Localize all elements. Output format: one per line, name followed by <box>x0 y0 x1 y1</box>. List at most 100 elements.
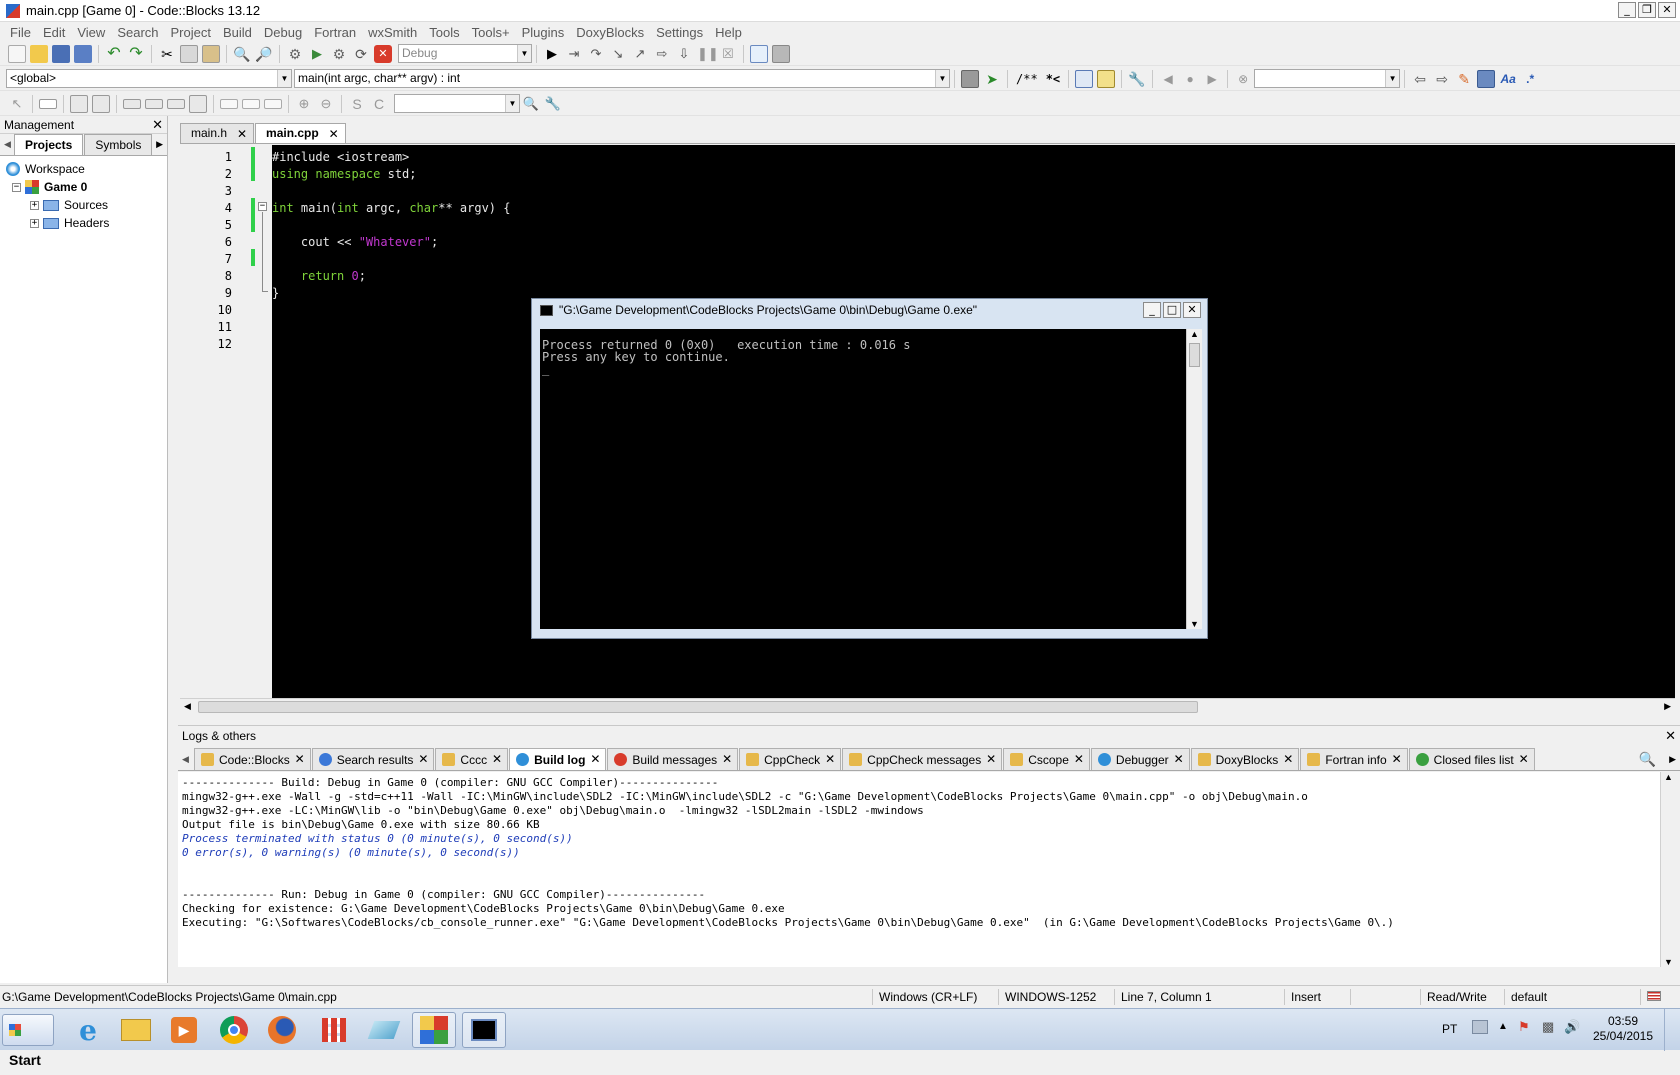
save-icon[interactable] <box>52 44 70 63</box>
chevron-down-icon[interactable]: ▼ <box>505 95 519 112</box>
tab-search-results[interactable]: Search results ✕ <box>311 748 435 770</box>
comment-line-button[interactable]: *< <box>1046 72 1060 86</box>
scroll-thumb[interactable] <box>1189 343 1200 367</box>
scroll-thumb[interactable] <box>198 701 1198 713</box>
settings-wrench-icon[interactable]: 🔧 <box>544 95 562 113</box>
close-button[interactable]: ✕ <box>1658 2 1676 18</box>
bookmark-next-icon[interactable]: ▶ <box>1203 70 1221 88</box>
menu-plugins[interactable]: Plugins <box>516 25 571 40</box>
close-tab-icon[interactable]: ✕ <box>722 752 732 766</box>
close-icon[interactable]: ✕ <box>152 117 163 133</box>
network-icon[interactable]: ▩ <box>1542 1019 1554 1035</box>
menu-debug[interactable]: Debug <box>258 25 308 40</box>
tab-projects[interactable]: Projects <box>14 134 84 155</box>
debug-windows-icon[interactable] <box>750 44 768 63</box>
tab-fortran-info[interactable]: Fortran info ✕ <box>1300 748 1408 770</box>
console-close-button[interactable]: ✕ <box>1183 302 1201 318</box>
tree-folder-headers[interactable]: + Headers <box>6 214 167 232</box>
tab-doxyblocks[interactable]: DoxyBlocks ✕ <box>1190 748 1300 770</box>
collapse-icon[interactable]: − <box>12 182 21 192</box>
widget-select[interactable]: ▼ <box>394 94 520 113</box>
menu-project[interactable]: Project <box>165 25 217 40</box>
tab-scroll-right-icon[interactable]: ▶ <box>156 139 163 150</box>
menu-edit[interactable]: Edit <box>37 25 71 40</box>
tab-scroll-right-icon[interactable]: ▶ <box>1669 754 1676 765</box>
stop-debugger-icon[interactable]: ☒ <box>719 45 737 63</box>
wrench-icon[interactable]: 🔧 <box>1128 70 1146 88</box>
quick-props-icon[interactable] <box>167 98 185 109</box>
pause-icon[interactable]: ❚❚ <box>697 45 719 63</box>
tab-scroll-left-icon[interactable]: ◀ <box>182 754 189 765</box>
chevron-down-icon[interactable]: ▼ <box>277 70 291 87</box>
menu-view[interactable]: View <box>71 25 111 40</box>
clear-search-icon[interactable]: ⊗ <box>1234 70 1252 88</box>
close-tab-icon[interactable]: ✕ <box>1074 752 1084 766</box>
next-instruction-icon[interactable]: ⇨ <box>653 45 671 63</box>
tab-codeblocks[interactable]: Code::Blocks ✕ <box>194 748 311 770</box>
tab-build-messages[interactable]: Build messages ✕ <box>607 748 739 770</box>
step-into-icon[interactable]: ↘ <box>609 45 627 63</box>
zoom-out-icon[interactable]: ⊖ <box>317 95 335 113</box>
regex-icon[interactable]: .* <box>1521 70 1539 88</box>
tab-cppcheck[interactable]: CppCheck ✕ <box>739 748 842 770</box>
delete-widget-icon[interactable] <box>123 98 141 109</box>
copy-icon[interactable] <box>180 44 198 63</box>
menu-wxsmith[interactable]: wxSmith <box>362 25 423 40</box>
insert-into-icon[interactable] <box>39 98 57 109</box>
next-line-icon[interactable]: ↷ <box>587 45 605 63</box>
build-target-select[interactable]: Debug ▼ <box>398 44 532 63</box>
close-tab-icon[interactable]: ✕ <box>492 752 502 766</box>
build-log-output[interactable]: -------------- Build: Debug in Game 0 (c… <box>178 772 1660 967</box>
menu-doxyblocks[interactable]: DoxyBlocks <box>570 25 650 40</box>
selected-text-icon[interactable] <box>1477 69 1496 88</box>
expand-icon[interactable]: + <box>30 200 39 210</box>
close-tab-icon[interactable]: ✕ <box>1519 752 1529 766</box>
close-tab-icon[interactable]: ✕ <box>825 752 835 766</box>
expand-icon[interactable]: + <box>30 218 39 228</box>
menu-search[interactable]: Search <box>111 25 164 40</box>
taskbar-app-chrome[interactable] <box>212 1012 256 1048</box>
frame-icon[interactable] <box>189 94 207 113</box>
console-vertical-scrollbar[interactable]: ▲ ▼ <box>1186 329 1202 629</box>
find-icon[interactable]: 🔍 <box>233 45 251 63</box>
abort-icon[interactable]: ✕ <box>374 44 392 63</box>
bookmark-prev-icon[interactable]: ◀ <box>1159 70 1177 88</box>
close-tab-icon[interactable]: ✕ <box>418 752 428 766</box>
close-tab-icon[interactable]: ✕ <box>237 125 247 143</box>
scroll-up-icon[interactable]: ▲ <box>1190 329 1199 339</box>
taskbar-app-media-player[interactable]: ▶ <box>162 1012 206 1048</box>
flag-icon[interactable]: ⚑ <box>1518 1019 1530 1035</box>
taskbar-app-ie[interactable]: e <box>66 1012 110 1048</box>
console-title-bar[interactable]: "G:\Game Development\CodeBlocks Projects… <box>532 299 1207 321</box>
insert-before-icon[interactable] <box>70 94 88 113</box>
incremental-search-select[interactable]: ▼ <box>1254 69 1401 88</box>
tab-cscope[interactable]: Cscope ✕ <box>1003 748 1090 770</box>
dialog-icon[interactable] <box>242 98 260 109</box>
function-select[interactable]: main(int argc, char** argv) : int ▼ <box>294 69 950 88</box>
rebuild-icon[interactable]: ⟳ <box>352 45 370 63</box>
debug-run-icon[interactable]: ▶ <box>543 45 561 63</box>
extract-docs-icon[interactable] <box>1097 69 1116 88</box>
tab-main-cpp[interactable]: main.cpp ✕ <box>255 123 346 143</box>
taskbar-app-firefox[interactable] <box>260 1012 304 1048</box>
chevron-down-icon[interactable]: ▼ <box>517 45 531 62</box>
start-button[interactable]: Start <box>2 1014 54 1068</box>
close-tab-icon[interactable]: ✕ <box>1174 752 1184 766</box>
match-case-icon[interactable]: Aa <box>1499 70 1517 88</box>
show-desktop-button[interactable] <box>1664 1009 1678 1051</box>
console-minimize-button[interactable]: _ <box>1143 302 1161 318</box>
tab-scroll-left-icon[interactable]: ◀ <box>4 139 11 150</box>
taskbar-app-console[interactable] <box>462 1012 506 1048</box>
menu-help[interactable]: Help <box>709 25 748 40</box>
run-icon[interactable]: ▶ <box>308 45 326 63</box>
chevron-down-icon[interactable]: ▼ <box>935 70 949 87</box>
save-all-icon[interactable] <box>74 44 92 63</box>
tab-cccc[interactable]: Cccc ✕ <box>435 748 509 770</box>
undo-icon[interactable]: ↶ <box>105 45 123 63</box>
tree-project[interactable]: − Game 0 <box>6 178 167 196</box>
volume-icon[interactable]: 🔊 <box>1564 1019 1580 1035</box>
bookmark-toggle-icon[interactable]: ● <box>1181 70 1199 88</box>
menu-build[interactable]: Build <box>217 25 258 40</box>
console-maximize-button[interactable]: □ <box>1163 302 1181 318</box>
open-folder-icon[interactable] <box>30 44 48 63</box>
